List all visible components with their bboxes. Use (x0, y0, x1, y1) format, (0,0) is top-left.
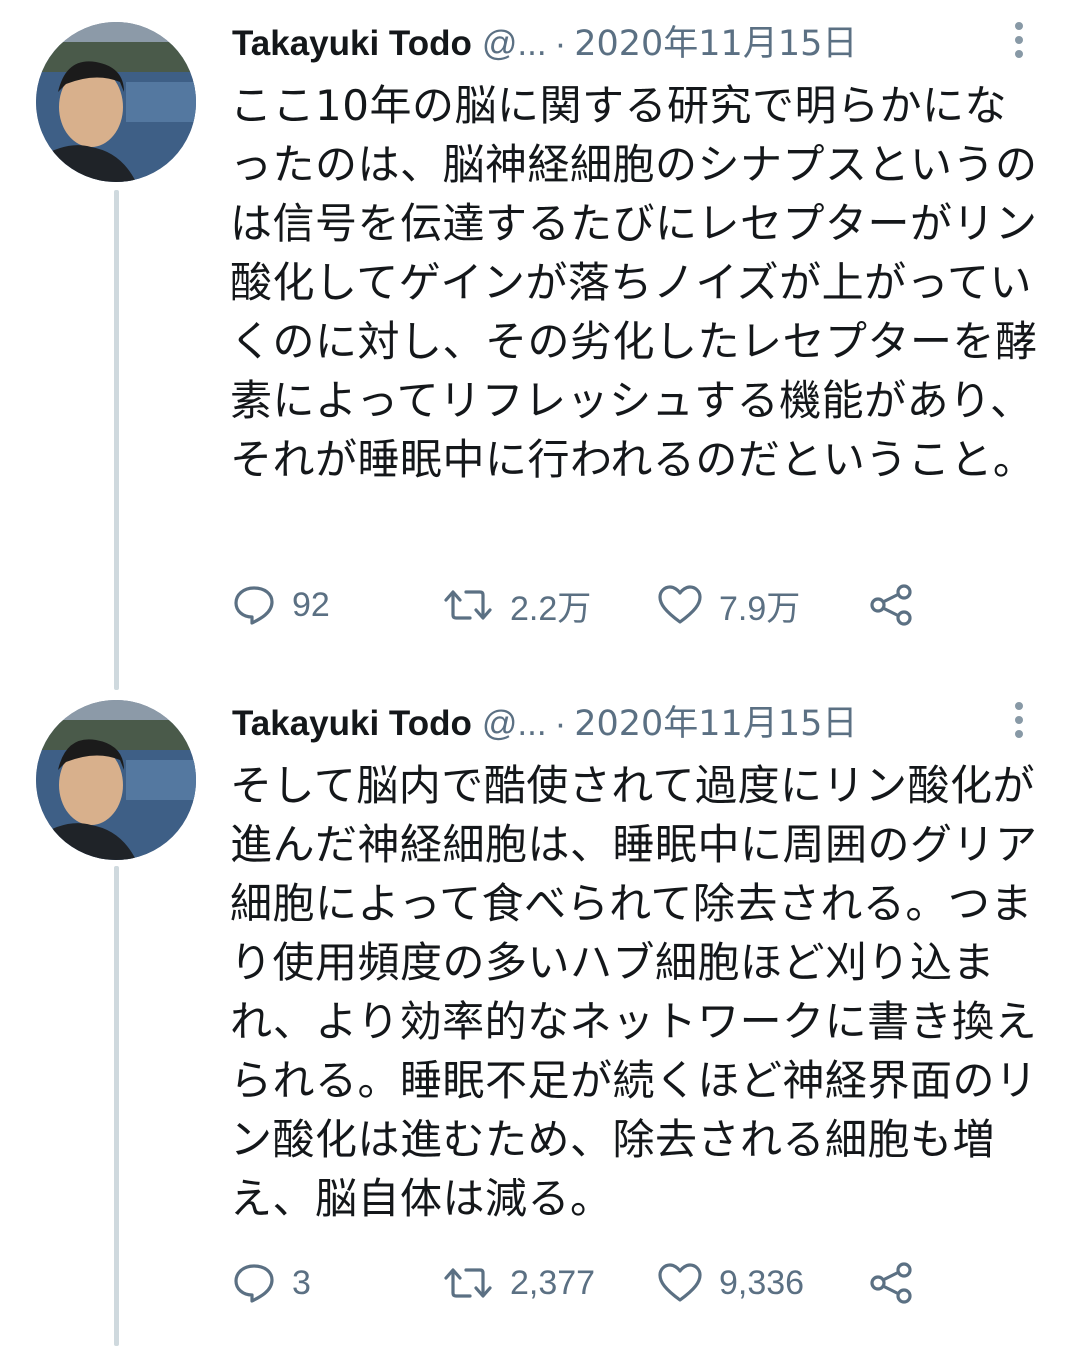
retweet-icon (444, 1268, 492, 1298)
avatar[interactable] (36, 700, 196, 860)
like-count: 9,336 (719, 1263, 805, 1302)
like-button[interactable]: 7.9万 (657, 580, 800, 630)
tweet-date[interactable]: 2020年11月15日 (574, 704, 857, 744)
reply-button[interactable]: 3 (232, 1258, 311, 1308)
retweet-count: 2,377 (510, 1263, 596, 1302)
tweet-text: ここ10年の脳に関する研究で明らかになったのは、脳神経細胞のシナプスというのは信… (230, 81, 1038, 484)
reply-icon (234, 586, 274, 625)
tweet-text: そして脳内で酷使されて過度にリン酸化が進んだ神経細胞は、睡眠中に周囲のグリア細胞… (230, 761, 1038, 1223)
separator-dot: · (554, 704, 567, 743)
retweet-button[interactable]: 2,377 (442, 1258, 595, 1308)
like-count: 7.9万 (719, 589, 801, 628)
retweet-button[interactable]: 2.2万 (442, 580, 591, 630)
more-options-icon[interactable] (1012, 702, 1026, 746)
thread-line (114, 190, 119, 690)
thread-line (114, 866, 119, 1346)
author-handle[interactable]: @... (482, 704, 547, 743)
reply-button[interactable]: 92 (232, 580, 330, 630)
tweet-date[interactable]: 2020年11月15日 (574, 24, 857, 64)
avatar-photo (36, 22, 196, 182)
like-button[interactable]: 9,336 (657, 1258, 804, 1308)
tweet-2[interactable]: Takayuki Todo @... · 2020年11月15日 そして脳内で酷使され… (0, 680, 1080, 1346)
share-icon (870, 584, 912, 626)
heart-icon (658, 1263, 702, 1302)
tweet-1[interactable]: Takayuki Todo @... · 2020年11月15日 ここ10年の脳に関す… (0, 0, 1080, 690)
reply-count: 92 (292, 585, 330, 624)
heart-icon (658, 585, 702, 624)
avatar-photo (36, 700, 196, 860)
more-options-icon[interactable] (1012, 22, 1026, 66)
author-name[interactable]: Takayuki Todo (232, 24, 472, 63)
share-button[interactable] (868, 1258, 916, 1308)
retweet-icon (444, 590, 492, 620)
share-icon (870, 1262, 912, 1304)
author-handle[interactable]: @... (482, 24, 547, 63)
tweet-actions: 92 2.2万 7.9万 (232, 580, 952, 630)
reply-icon (234, 1264, 274, 1303)
separator-dot: · (554, 24, 567, 63)
tweet-header: Takayuki Todo @... · 2020年11月15日 (232, 698, 1012, 750)
share-button[interactable] (868, 580, 916, 630)
tweet-actions: 3 2,377 9,336 (232, 1258, 952, 1308)
author-name[interactable]: Takayuki Todo (232, 704, 472, 743)
avatar[interactable] (36, 22, 196, 182)
tweet-header: Takayuki Todo @... · 2020年11月15日 (232, 18, 1012, 70)
retweet-count: 2.2万 (510, 589, 592, 628)
reply-count: 3 (292, 1263, 311, 1302)
